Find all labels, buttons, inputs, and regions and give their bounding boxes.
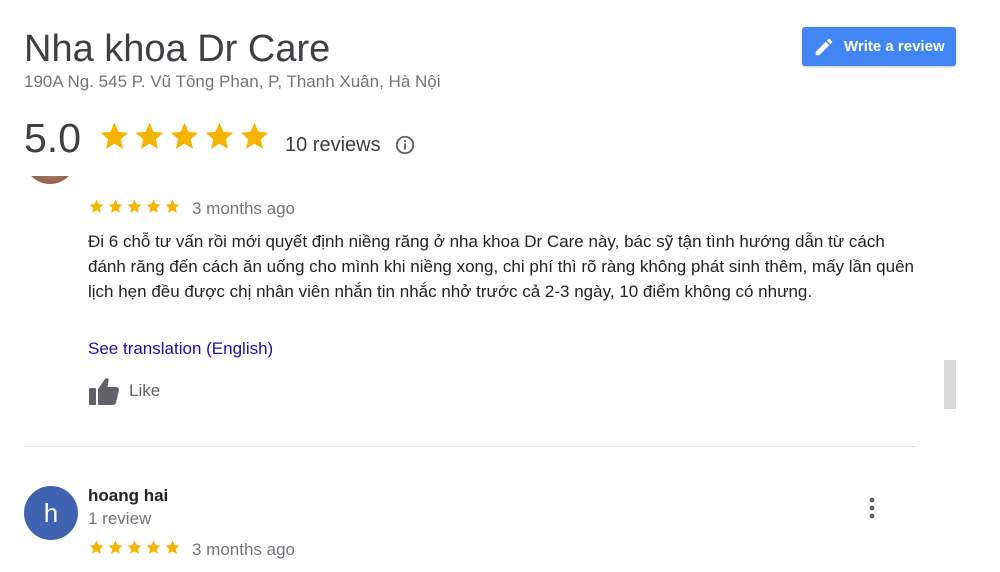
review-date: 3 months ago — [192, 199, 296, 218]
star-icon — [89, 540, 104, 554]
star-icon — [127, 540, 142, 554]
star-icon — [127, 199, 142, 213]
reviewer-review-count: 1 review — [88, 509, 152, 528]
place-title: Nha khoa Dr Care — [24, 28, 331, 70]
rating-value: 5.0 — [24, 115, 81, 161]
summary-stars — [98, 120, 271, 153]
review-count[interactable]: 10 reviews — [285, 134, 381, 157]
scrollbar-thumb[interactable] — [944, 360, 956, 409]
star-icon — [165, 199, 180, 213]
like-label: Like — [129, 381, 161, 400]
star-icon — [89, 199, 104, 213]
star-icon — [165, 540, 180, 554]
avatar-letter: h — [43, 497, 59, 528]
pencil-icon — [815, 38, 833, 55]
star-icon — [100, 122, 129, 149]
review-stars — [88, 198, 181, 215]
review-text: Đi 6 chỗ tư vấn rồi mới quyết định niềng… — [88, 232, 915, 301]
write-review-label: Write a review — [844, 38, 945, 55]
star-icon — [170, 122, 199, 149]
star-icon — [135, 122, 164, 149]
reviews-list[interactable]: 3 months ago Đi 6 chỗ tư vấn rồi mới quy… — [0, 176, 1000, 572]
reviewer-avatar[interactable]: h — [24, 486, 78, 540]
info-icon[interactable] — [394, 134, 416, 156]
reviewer-name[interactable]: hoang hai — [88, 486, 168, 506]
review-stars — [88, 539, 181, 556]
star-icon — [205, 122, 234, 149]
review-divider — [24, 446, 916, 447]
star-icon — [146, 199, 161, 213]
star-icon — [240, 122, 269, 149]
place-address: 190A Ng. 545 P. Vũ Tông Phan, P, Thanh X… — [24, 72, 441, 91]
like-button[interactable]: Like — [88, 376, 160, 406]
see-translation-link[interactable]: See translation (English) — [88, 339, 273, 359]
star-icon — [146, 540, 161, 554]
more-vert-icon[interactable] — [862, 496, 882, 520]
thumbs-up-icon — [89, 378, 119, 405]
star-icon — [108, 199, 123, 213]
review-date: 3 months ago — [192, 540, 296, 559]
star-icon — [108, 540, 123, 554]
reviewer-avatar[interactable] — [24, 176, 76, 184]
write-review-button[interactable]: Write a review — [802, 27, 956, 66]
